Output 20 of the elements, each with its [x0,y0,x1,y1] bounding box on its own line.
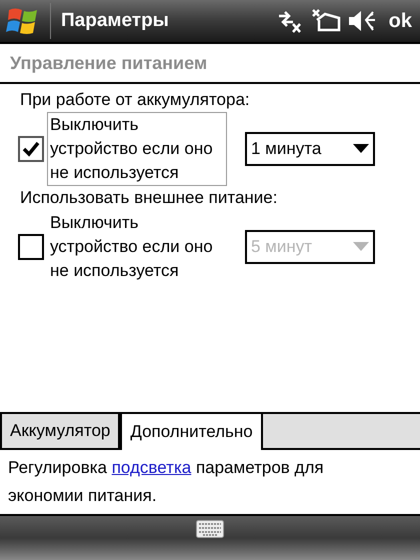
speaker-off-icon[interactable] [346,8,377,34]
dropdown-arrow-icon [353,144,369,154]
description-text: Регулировка подсветка параметров для экономии питания. [8,457,325,507]
dropdown-arrow-icon [353,242,369,252]
checkbox-label[interactable]: Выключить устройство если оно не используется [47,112,227,186]
backlight-link[interactable]: подсветка [112,458,192,477]
checkbox-label[interactable]: Выключить устройство если оно не используется [47,210,227,284]
checkbox[interactable] [18,234,44,260]
keyboard-icon[interactable] [196,520,224,538]
phone-off-icon[interactable] [310,8,341,34]
section-heading: При работе от аккумулятора: [20,89,251,111]
tab[interactable]: Дополнительно [120,412,263,450]
page-heading: Управление питанием [10,52,208,75]
checkbox[interactable] [18,136,44,162]
ok-button[interactable]: ok [388,6,412,36]
section-heading: Использовать внешнее питание: [20,187,278,209]
window-title: Параметры [61,8,169,33]
checkmark-icon [22,141,40,157]
dropdown[interactable]: 1 минута [245,132,375,166]
tab[interactable]: Аккумулятор [0,412,120,448]
